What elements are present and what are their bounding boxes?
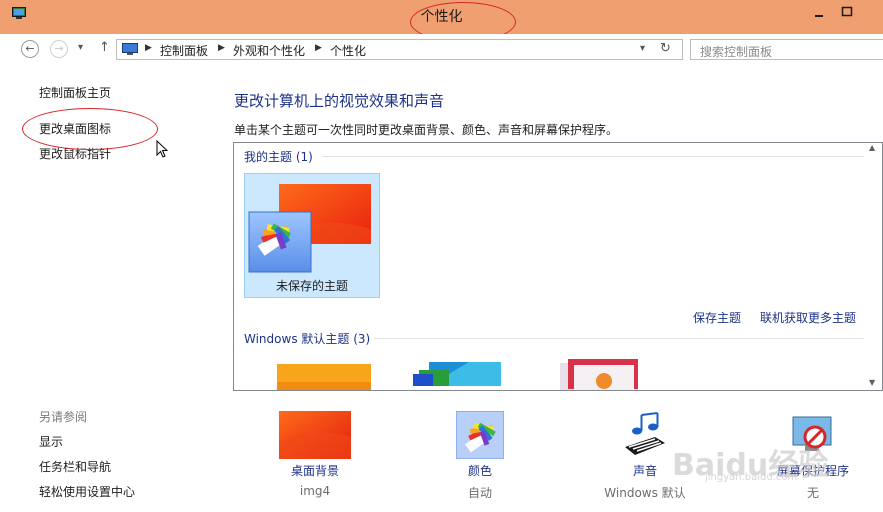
mouse-cursor-icon <box>156 140 168 158</box>
page-title: 更改计算机上的视觉效果和声音 <box>234 92 445 110</box>
page-description: 单击某个主题可一次性同时更改桌面背景、颜色、声音和屏幕保护程序。 <box>234 123 619 137</box>
control-panel-icon <box>122 43 138 55</box>
minimize-icon[interactable] <box>812 6 826 18</box>
address-dropdown-icon[interactable]: ▾ <box>640 43 645 54</box>
navigation-bar: ← → ▾ ↑ ▶ 控制面板 ▶ 外观和个性化 ▶ 个性化 ▾ ↻ 搜索控制面板 <box>0 34 883 64</box>
color-item[interactable]: 颜色 自动 <box>410 410 550 501</box>
desktop-background-value: img4 <box>299 484 331 498</box>
group-divider <box>374 338 864 339</box>
theme-thumbnail-lines[interactable] <box>409 356 503 386</box>
vertical-scrollbar[interactable]: ▲ ▼ <box>865 143 882 390</box>
group-divider <box>322 156 864 157</box>
up-arrow-icon[interactable]: ↑ <box>99 40 110 55</box>
save-theme-link[interactable]: 保存主题 <box>693 309 741 326</box>
sidebar-link-ease-of-access[interactable]: 轻松使用设置中心 <box>39 483 135 500</box>
unsaved-theme-tile[interactable]: 未保存的主题 <box>244 173 380 298</box>
sound-value: Windows 默认 <box>604 486 686 500</box>
title-bar: 个性化 <box>0 0 883 42</box>
address-field[interactable]: ▶ 控制面板 ▶ 外观和个性化 ▶ 个性化 ▾ ↻ <box>116 39 683 60</box>
theme-thumbnail-windows[interactable] <box>277 364 371 391</box>
refresh-icon[interactable]: ↻ <box>660 41 671 56</box>
scroll-down-icon[interactable]: ▼ <box>869 378 875 387</box>
maximize-icon[interactable] <box>840 6 854 18</box>
sidebar-link-taskbar-navigation[interactable]: 任务栏和导航 <box>39 458 111 475</box>
breadcrumb-separator-icon: ▶ <box>315 43 322 53</box>
breadcrumb-personalization[interactable]: 个性化 <box>330 42 366 59</box>
breadcrumb-control-panel[interactable]: 控制面板 <box>160 42 208 59</box>
see-also-heading: 另请参阅 <box>39 410 88 424</box>
breadcrumb-separator-icon: ▶ <box>218 43 225 53</box>
arrow-right-icon: → <box>54 42 64 55</box>
search-input[interactable]: 搜索控制面板 <box>690 39 883 60</box>
breadcrumb-appearance[interactable]: 外观和个性化 <box>233 42 305 59</box>
desktop-background-item[interactable]: 桌面背景 img4 <box>245 411 385 498</box>
baidu-watermark-url: jingyan.baidu.com <box>705 472 798 483</box>
color-label[interactable]: 颜色 <box>410 462 550 479</box>
theme-preview-icon <box>248 184 371 273</box>
sidebar-link-display[interactable]: 显示 <box>39 433 63 450</box>
breadcrumb-separator-icon: ▶ <box>145 43 152 53</box>
forward-button[interactable]: → <box>50 40 68 58</box>
unsaved-theme-name: 未保存的主题 <box>275 279 348 293</box>
get-more-themes-link[interactable]: 联机获取更多主题 <box>760 309 856 326</box>
theme-list[interactable]: 我的主题 (1) 未保存的主题 保存主题 联机获取更多主题 Windows 默认… <box>233 142 883 391</box>
recent-locations-chevron-icon[interactable]: ▾ <box>78 42 83 53</box>
sidebar-link-control-panel-home[interactable]: 控制面板主页 <box>39 84 111 101</box>
theme-thumbnail-flowers[interactable] <box>554 359 644 391</box>
music-notes-icon <box>625 412 665 455</box>
search-placeholder: 搜索控制面板 <box>700 45 773 59</box>
desktop-background-label[interactable]: 桌面背景 <box>245 462 385 479</box>
color-palette-icon <box>455 410 505 460</box>
color-value: 自动 <box>467 486 492 500</box>
screensaver-value: 无 <box>806 486 819 500</box>
highlight-ellipse-sidebar <box>22 108 158 150</box>
back-button[interactable]: ← <box>21 40 39 58</box>
my-themes-group-label: 我的主题 (1) <box>244 150 313 164</box>
default-themes-group-label: Windows 默认主题 (3) <box>244 332 371 346</box>
wallpaper-icon <box>279 411 351 459</box>
arrow-left-icon: ← <box>25 42 35 55</box>
scroll-up-icon[interactable]: ▲ <box>869 143 875 152</box>
